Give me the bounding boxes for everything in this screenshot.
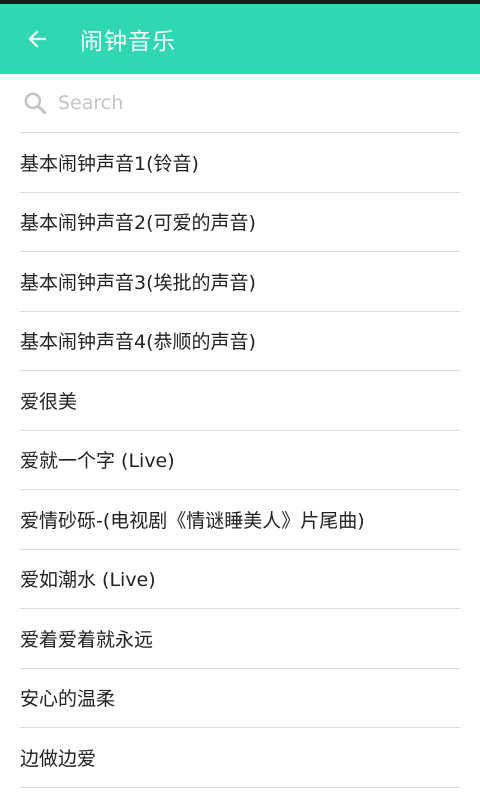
- arrow-back-icon: [28, 30, 46, 48]
- list-item[interactable]: 边做边爱: [20, 728, 460, 788]
- ringtone-list: 基本闹钟声音1(铃音) 基本闹钟声音2(可爱的声音) 基本闹钟声音3(埃批的声音…: [20, 133, 460, 788]
- list-item[interactable]: 爱如潮水 (Live): [20, 550, 460, 609]
- list-item[interactable]: 爱情砂砾-(电视剧《情谜睡美人》片尾曲): [20, 490, 460, 550]
- page-title: 闹钟音乐: [80, 29, 176, 55]
- list-item[interactable]: 基本闹钟声音4(恭顺的声音): [20, 312, 460, 371]
- list-item[interactable]: 基本闹钟声音2(可爱的声音): [20, 193, 460, 252]
- list-item[interactable]: 基本闹钟声音3(埃批的声音): [20, 252, 460, 312]
- search-icon: [20, 88, 50, 118]
- list-item[interactable]: 安心的温柔: [20, 669, 460, 728]
- back-button[interactable]: [14, 16, 60, 62]
- search-input[interactable]: [56, 91, 440, 115]
- app-bar: 闹钟音乐: [0, 4, 480, 74]
- list-item[interactable]: 基本闹钟声音1(铃音): [20, 133, 460, 193]
- list-item[interactable]: 爱很美: [20, 371, 460, 431]
- search-bar: [20, 74, 460, 133]
- list-item[interactable]: 爱就一个字 (Live): [20, 431, 460, 490]
- list-item[interactable]: 爱着爱着就永远: [20, 609, 460, 669]
